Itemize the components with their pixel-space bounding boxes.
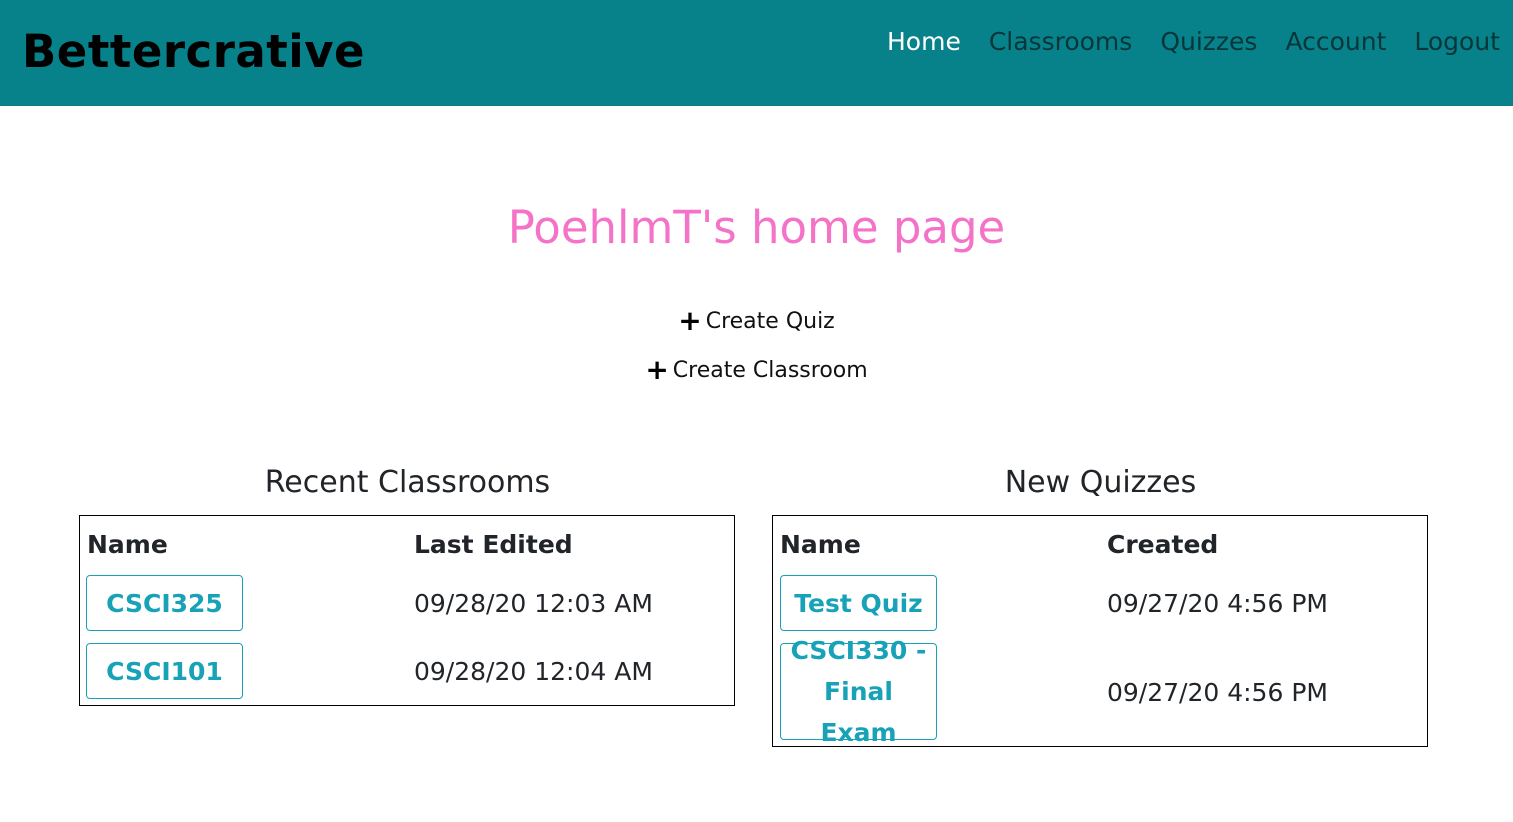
create-classroom-label: Create Classroom: [672, 358, 868, 383]
top-navbar: Bettercrative Home Classrooms Quizzes Ac…: [0, 0, 1513, 106]
quiz-created-date: 09/27/20 4:56 PM: [1107, 678, 1328, 707]
classroom-link-button[interactable]: CSCI101: [86, 643, 243, 699]
column-header-name: Name: [780, 530, 861, 559]
nav-logout-link[interactable]: Logout: [1400, 24, 1500, 60]
recent-classrooms-table: Name Last Edited CSCI325 09/28/20 12:03 …: [79, 515, 735, 706]
create-quiz-button[interactable]: + Create Quiz: [0, 306, 1513, 337]
quiz-link-button[interactable]: Test Quiz: [780, 575, 937, 631]
nav-home-link[interactable]: Home: [873, 24, 975, 60]
plus-icon: +: [678, 304, 702, 337]
nav-account-link[interactable]: Account: [1271, 24, 1400, 60]
column-header-name: Name: [87, 530, 168, 559]
recent-classrooms-title: Recent Classrooms: [264, 465, 551, 500]
classroom-last-edited: 09/28/20 12:03 AM: [414, 589, 653, 618]
column-header-last-edited: Last Edited: [414, 530, 573, 559]
column-header-created: Created: [1107, 530, 1219, 559]
nav-classrooms-link[interactable]: Classrooms: [975, 24, 1146, 60]
create-quiz-label: Create Quiz: [705, 309, 835, 334]
classroom-link-button[interactable]: CSCI325: [86, 575, 243, 631]
quiz-created-date: 09/27/20 4:56 PM: [1107, 589, 1328, 618]
quiz-link-button[interactable]: CSCI330 - Final Exam: [780, 636, 937, 747]
classroom-last-edited: 09/28/20 12:04 AM: [414, 657, 653, 686]
new-quizzes-title: New Quizzes: [1004, 465, 1197, 500]
nav-quizzes-link[interactable]: Quizzes: [1146, 24, 1271, 60]
page-title: PoehlmT's home page: [507, 201, 1006, 254]
new-quizzes-table: Name Created Test Quiz 09/27/20 4:56 PM …: [772, 515, 1428, 747]
nav-links: Home Classrooms Quizzes Account Logout: [873, 24, 1500, 60]
plus-icon: +: [645, 353, 669, 386]
create-classroom-button[interactable]: + Create Classroom: [0, 355, 1513, 386]
brand-logo[interactable]: Bettercrative: [22, 22, 365, 82]
